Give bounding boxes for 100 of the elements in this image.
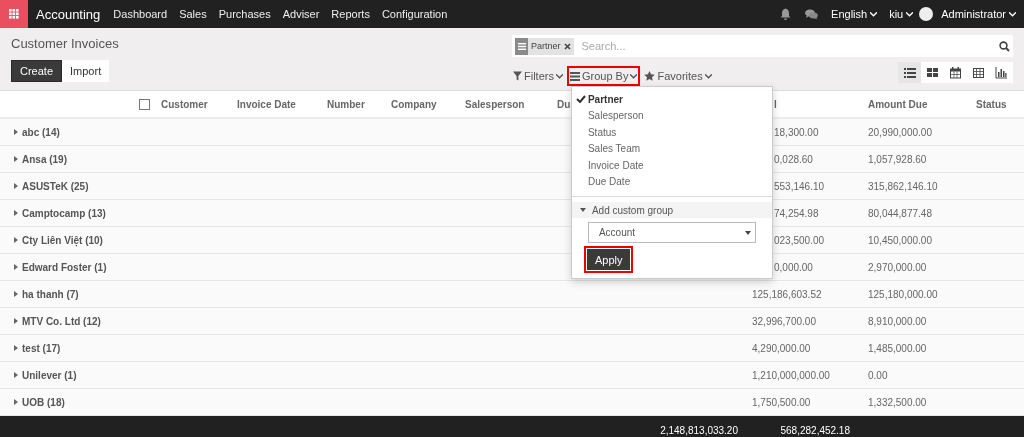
list-view-icon: [904, 68, 916, 78]
table-cell-text: 80,044,877.48: [868, 207, 933, 219]
group-row-label[interactable]: test (17): [7, 342, 61, 354]
field-select[interactable]: Account: [587, 222, 756, 243]
caret-icon: [14, 183, 18, 189]
caret-icon: [579, 208, 586, 212]
select-all-checkbox[interactable]: [139, 98, 150, 110]
caret-icon: [870, 11, 878, 17]
group-row-label[interactable]: abc (14): [7, 126, 60, 138]
column-header[interactable]: Status: [976, 98, 1024, 110]
table-cell-text: 20,990,000.00: [868, 126, 933, 138]
group-row-label[interactable]: ha thanh (7): [7, 288, 79, 300]
group-row-label[interactable]: ASUSTeK (25): [7, 180, 89, 192]
table-cell-text: 023,500.00: [773, 234, 826, 246]
caret-icon: [704, 73, 712, 79]
caret-icon: [14, 372, 18, 378]
caret-icon: [1009, 11, 1016, 17]
close-icon[interactable]: [563, 42, 571, 50]
table-cell-text: 125,186,603.52: [752, 288, 823, 300]
caret-icon: [555, 73, 563, 79]
group-row-label[interactable]: Edward Foster (1): [7, 261, 107, 273]
group-row-label[interactable]: Cty Liên Việt (10): [7, 234, 103, 246]
group-row-label[interactable]: Ansa (19): [7, 153, 67, 165]
table-cell-text: 125,180,000.00: [868, 288, 939, 300]
app-name: Accounting: [36, 6, 101, 22]
group-row-label[interactable]: UOB (18): [7, 396, 65, 408]
apply-button[interactable]: Apply: [586, 249, 631, 270]
group-by-option[interactable]: Partner: [571, 91, 772, 108]
grid-icon: [9, 9, 19, 19]
column-header[interactable]: Invoice Date: [237, 98, 327, 110]
column-header[interactable]: Company: [391, 98, 465, 110]
apps-menu-button[interactable]: [0, 0, 28, 28]
table-cell-text: 1,210,000,000.00: [752, 369, 831, 381]
table-cell-text: 10,450,000.00: [868, 234, 933, 246]
table-cell-text: 553,146.10: [773, 180, 826, 192]
table-cell-text: 0,028.60: [773, 153, 814, 165]
caret-icon: [14, 156, 18, 162]
table-cell-text: 1,332,500.00: [868, 396, 928, 408]
menu-item[interactable]: Adviser: [282, 8, 320, 20]
search-field[interactable]: Partner Search...: [512, 35, 1013, 57]
table-cell-text: 18,300.00: [773, 126, 820, 138]
menu-item[interactable]: Sales: [179, 8, 207, 20]
caret-icon: [906, 11, 914, 17]
menu-icon: [517, 42, 526, 50]
group-row-label[interactable]: Camptocamp (13): [7, 207, 106, 219]
table-cell-text: 1,485,000.00: [868, 342, 928, 354]
total-sum: 2,148,813,033.20: [659, 425, 739, 436]
caret-icon: [14, 264, 18, 270]
caret-icon: [14, 237, 18, 243]
caret-icon: [630, 73, 638, 79]
caret-icon: [14, 318, 18, 324]
bell-icon[interactable]: [780, 8, 792, 20]
caret-icon: [14, 345, 18, 351]
table-cell-text: 2,970,000.00: [868, 261, 928, 273]
group-by-menu[interactable]: Group By: [566, 66, 641, 86]
menu-item[interactable]: Configuration: [381, 8, 448, 20]
caret-icon: [14, 210, 18, 216]
table-cell-text: 32,996,700.00: [752, 315, 817, 327]
group-row-label[interactable]: MTV Co. Ltd (12): [7, 315, 101, 327]
menu-item[interactable]: Dashboard: [113, 8, 168, 20]
group-by-option[interactable]: Status: [571, 124, 772, 141]
view-switch-button[interactable]: [898, 62, 921, 83]
calendar-icon: [950, 67, 961, 79]
table-cell-text: 4,290,000.00: [752, 342, 812, 354]
user-menu[interactable]: Administrator: [941, 8, 1016, 20]
custom-group-toggle[interactable]: Add custom group: [571, 202, 772, 218]
menu-item[interactable]: Purchases: [218, 8, 271, 20]
language-menu[interactable]: English: [831, 8, 878, 20]
caret-icon: [14, 129, 18, 135]
filters-menu[interactable]: Filters: [510, 66, 566, 86]
search-facet[interactable]: Partner: [515, 37, 574, 55]
avatar-icon: [919, 7, 934, 21]
table-cell-text: 74,254.98: [773, 207, 820, 219]
table-cell-text: 1,057,928.60: [868, 153, 928, 165]
caret-icon: [744, 230, 751, 235]
group-by-option[interactable]: Due Date: [571, 173, 772, 190]
group-by-option[interactable]: Invoice Date: [571, 157, 772, 174]
column-header[interactable]: Number: [327, 98, 391, 110]
group-by-option[interactable]: Sales Team: [571, 140, 772, 157]
filter-icon: [513, 71, 522, 81]
group-row-label[interactable]: Unilever (1): [7, 369, 77, 381]
page-title: Customer Invoices: [11, 36, 120, 53]
total-sum: 568,282,452.18: [779, 425, 851, 436]
caret-icon: [14, 291, 18, 297]
import-button[interactable]: Import: [62, 60, 110, 82]
table-cell-text: 0,000.00: [773, 261, 814, 273]
bar-chart-icon: [995, 66, 1008, 79]
table-cell-text: 8,910,000.00: [868, 315, 928, 327]
search-icon[interactable]: [999, 40, 1010, 52]
create-button[interactable]: Create: [11, 60, 63, 82]
table-cell-text: 1,750,500.00: [752, 396, 812, 408]
column-header[interactable]: Salesperson: [465, 98, 557, 110]
menu-item[interactable]: Reports: [331, 8, 370, 20]
column-header[interactable]: Customer: [161, 98, 237, 110]
star-icon: [644, 71, 656, 81]
company-menu[interactable]: kiu: [889, 8, 914, 20]
group-by-option[interactable]: Salesperson: [571, 107, 772, 124]
favorites-menu[interactable]: Favorites: [641, 66, 715, 86]
chat-icon[interactable]: [805, 8, 819, 20]
column-header[interactable]: Amount Due: [868, 98, 976, 110]
